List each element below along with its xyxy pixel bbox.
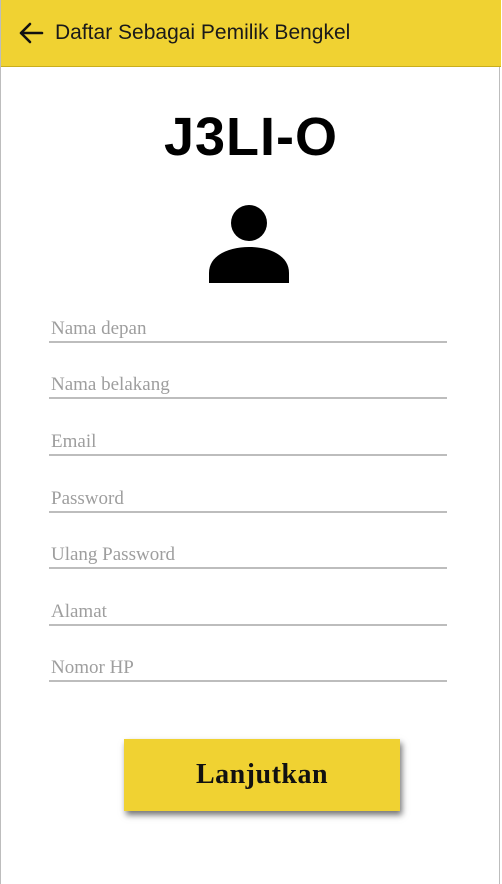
email-input[interactable]	[51, 431, 441, 453]
last-name-input[interactable]	[51, 374, 441, 396]
address-input[interactable]	[51, 601, 441, 623]
person-icon	[209, 205, 289, 283]
first-name-input[interactable]	[51, 318, 441, 340]
back-button[interactable]	[11, 13, 51, 53]
phone-field	[49, 646, 447, 682]
email-field	[49, 420, 447, 456]
repeat-password-input[interactable]	[51, 544, 441, 566]
arrow-left-icon	[19, 22, 44, 44]
phone-input[interactable]	[51, 657, 441, 679]
app-screen: Daftar Sebagai Pemilik Bengkel J3LI-O La…	[0, 0, 501, 884]
page-title: Daftar Sebagai Pemilik Bengkel	[55, 21, 351, 44]
password-input[interactable]	[51, 488, 441, 510]
first-name-field	[49, 307, 447, 343]
address-field	[49, 590, 447, 626]
last-name-field	[49, 363, 447, 399]
continue-button[interactable]: Lanjutkan	[124, 739, 400, 811]
app-logo-title: J3LI-O	[163, 107, 339, 167]
app-bar: Daftar Sebagai Pemilik Bengkel	[1, 0, 501, 67]
repeat-password-field	[49, 533, 447, 569]
password-field	[49, 477, 447, 513]
